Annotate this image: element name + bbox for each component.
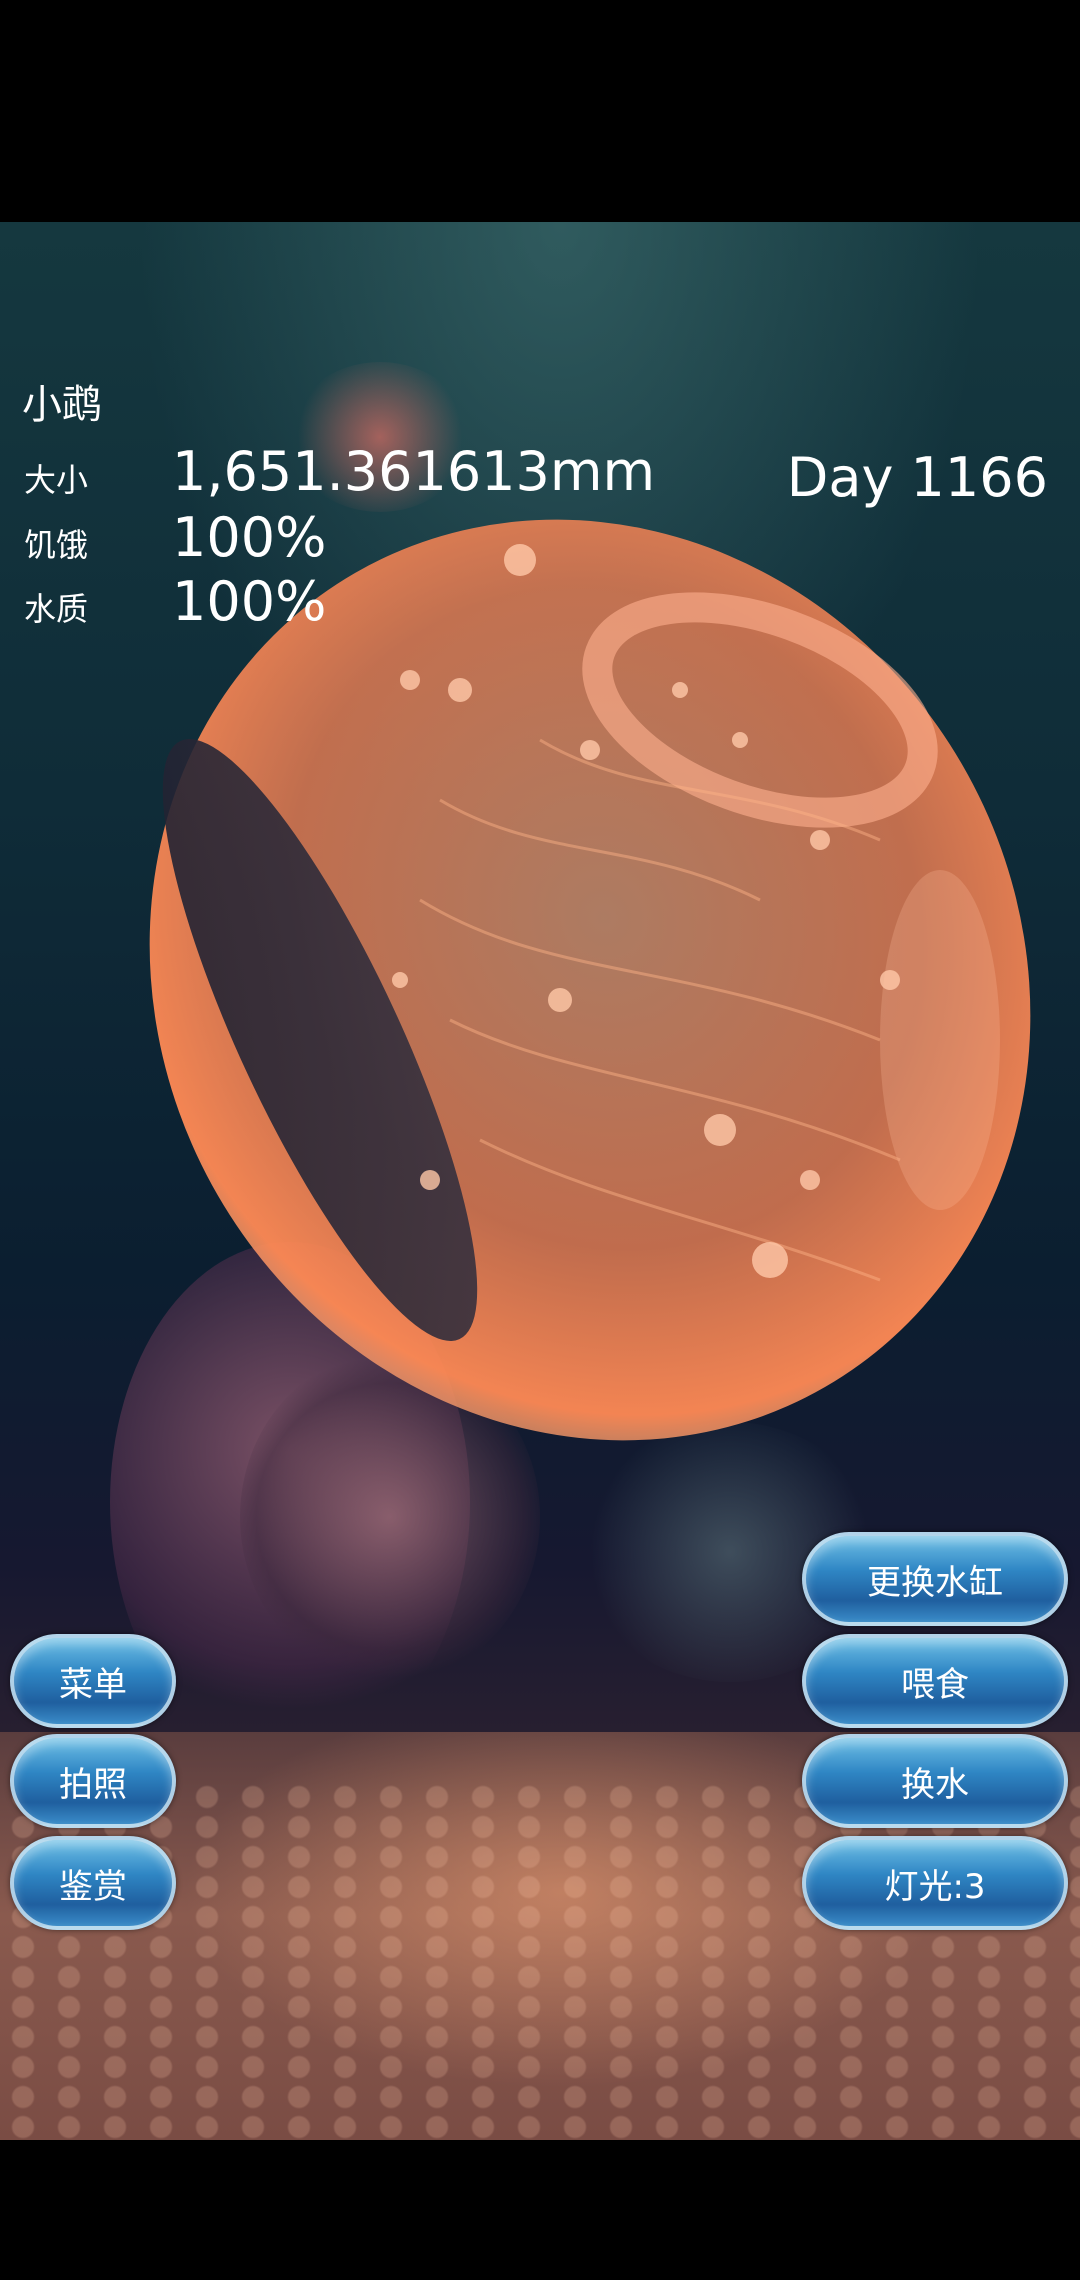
size-value: 1,651.361613mm — [172, 440, 656, 503]
pet-name: 小鹉 — [22, 382, 102, 428]
photo-button[interactable]: 拍照 — [10, 1734, 176, 1828]
feed-button[interactable]: 喂食 — [802, 1634, 1068, 1728]
appreciate-button[interactable]: 鉴赏 — [10, 1836, 176, 1930]
water-quality-value: 100% — [172, 570, 327, 633]
day-counter: Day 1166 — [786, 446, 1048, 509]
change-tank-button[interactable]: 更换水缸 — [802, 1532, 1068, 1626]
menu-button[interactable]: 菜单 — [10, 1634, 176, 1728]
bottom-black-bar — [0, 2140, 1080, 2280]
hunger-label: 饥饿 — [24, 526, 89, 564]
water-quality-label: 水质 — [24, 590, 89, 628]
size-label: 大小 — [24, 461, 89, 499]
change-water-button[interactable]: 换水 — [802, 1734, 1068, 1828]
hunger-value: 100% — [172, 506, 327, 569]
top-black-bar — [0, 0, 1080, 222]
light-button[interactable]: 灯光:3 — [802, 1836, 1068, 1930]
